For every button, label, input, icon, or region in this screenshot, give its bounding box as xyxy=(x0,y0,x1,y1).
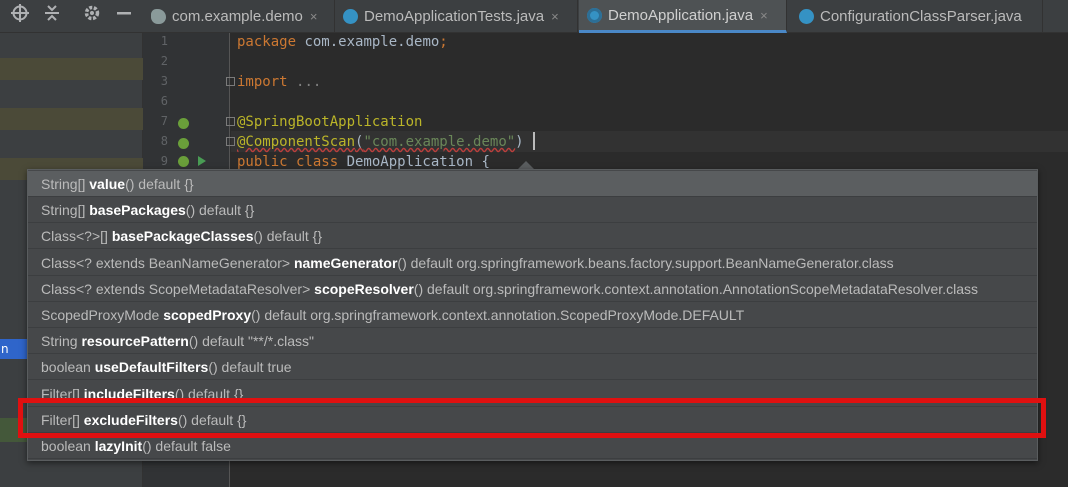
spring-bean-icon[interactable] xyxy=(178,156,189,167)
code-token: public class xyxy=(237,154,347,170)
gradle-icon xyxy=(151,9,166,24)
code-line[interactable]: package com.example.demo; xyxy=(237,32,448,52)
class-icon xyxy=(343,9,358,24)
completion-item-name: scopeResolver xyxy=(314,280,414,297)
code-line[interactable]: import ... xyxy=(237,72,321,92)
tab-label: DemoApplication.java xyxy=(608,6,754,24)
completion-item-name: basePackages xyxy=(89,202,186,219)
tree-row-selected-label: n xyxy=(1,342,9,356)
fold-icon[interactable] xyxy=(226,137,235,146)
completion-item-default: () default true xyxy=(208,359,292,376)
text-caret xyxy=(533,132,535,150)
tab-configuration-class-parser[interactable]: ConfigurationClassParser.java xyxy=(791,0,1043,33)
crosshair-icon[interactable] xyxy=(8,4,32,28)
gear-icon[interactable] xyxy=(80,4,104,28)
completion-item-type: Class<? extends BeanNameGenerator> xyxy=(41,254,294,271)
completion-item-name: nameGenerator xyxy=(293,254,398,271)
fold-icon[interactable] xyxy=(226,77,235,86)
line-number: 8 xyxy=(160,134,168,148)
close-icon[interactable]: × xyxy=(310,9,318,24)
completion-item-type: boolean xyxy=(41,438,95,454)
tab-label: com.example.demo xyxy=(172,8,303,25)
completion-item-scoped-proxy[interactable]: ScopedProxyMode scopedProxy() default or… xyxy=(28,302,1037,328)
completion-item-base-packages[interactable]: String[] basePackages() default {} xyxy=(28,197,1037,224)
code-token: package xyxy=(237,34,305,50)
line-number: 9 xyxy=(160,154,168,168)
line-number: 6 xyxy=(160,94,168,108)
completion-item-name: value xyxy=(89,176,126,192)
completion-item-default: () default "**/*.class" xyxy=(188,333,314,350)
spring-bean-icon[interactable] xyxy=(178,118,189,129)
popup-pointer xyxy=(518,161,534,169)
code-token: ... xyxy=(296,74,322,90)
close-icon[interactable]: × xyxy=(551,9,559,24)
spring-bean-icon[interactable] xyxy=(178,138,189,149)
completion-item-name: resourcePattern xyxy=(81,333,189,350)
line-number: 7 xyxy=(160,114,168,128)
completion-item-name: basePackageClasses xyxy=(111,228,254,245)
tab-label: DemoApplicationTests.java xyxy=(364,8,545,25)
completion-item-resource-pattern[interactable]: String resourcePattern() default "**/*.c… xyxy=(28,328,1037,355)
tab-com-example-demo[interactable]: com.example.demo × xyxy=(143,0,335,33)
completion-item-type: String[] xyxy=(41,176,90,192)
completion-item-name: useDefaultFilters xyxy=(94,359,209,376)
completion-item-name-generator[interactable]: Class<? extends BeanNameGenerator> nameG… xyxy=(28,250,1037,276)
completion-item-name: lazyInit xyxy=(94,438,143,454)
code-token: "com.example.demo" xyxy=(363,134,516,150)
completion-item-value[interactable]: String[] value() default {} xyxy=(28,171,1037,197)
completion-item-type: ScopedProxyMode xyxy=(41,307,164,323)
completion-item-default: () default org.springframework.beans.fac… xyxy=(397,254,894,271)
completion-item-type: Class<?>[] xyxy=(41,228,112,245)
completion-item-name: scopedProxy xyxy=(163,307,252,323)
completion-item-default: () default false xyxy=(142,438,231,454)
minimize-icon[interactable] xyxy=(112,4,136,28)
completion-item-base-package-classes[interactable]: Class<?>[] basePackageClasses() default … xyxy=(28,223,1037,250)
close-icon[interactable]: × xyxy=(760,8,768,23)
completion-item-default: () default {} xyxy=(125,176,194,192)
annotation-highlight-box xyxy=(18,398,1046,438)
completion-item-type: String[] xyxy=(41,202,90,219)
code-line[interactable]: @SpringBootApplication xyxy=(237,112,422,132)
project-toolbar xyxy=(0,0,143,33)
code-token: ) xyxy=(515,134,524,150)
completion-item-default: () default org.springframework.context.a… xyxy=(251,307,745,323)
tree-row-highlight[interactable] xyxy=(0,108,143,130)
tab-demo-application-tests[interactable]: DemoApplicationTests.java × xyxy=(335,0,578,33)
collapse-icon[interactable] xyxy=(40,4,64,28)
line-number: 2 xyxy=(160,54,168,68)
completion-item-type: Class<? extends ScopeMetadataResolver> xyxy=(41,280,315,297)
code-token: @ComponentScan xyxy=(237,134,356,150)
completion-item-default: () default org.springframework.context.a… xyxy=(413,280,978,297)
line-number: 1 xyxy=(160,34,168,48)
class-icon xyxy=(799,9,814,24)
run-icon[interactable] xyxy=(198,156,206,166)
completion-item-type: boolean xyxy=(41,359,95,376)
completion-item-default: () default {} xyxy=(185,202,255,219)
code-token: @SpringBootApplication xyxy=(237,114,423,130)
code-token: ; xyxy=(439,34,448,50)
completion-item-type: String xyxy=(41,333,82,350)
completion-item-default: () default {} xyxy=(253,228,323,245)
code-token: DemoApplication { xyxy=(346,154,490,170)
code-token: import xyxy=(237,74,297,90)
line-number: 3 xyxy=(160,74,168,88)
tab-demo-application[interactable]: DemoApplication.java × xyxy=(579,0,787,33)
spring-class-icon xyxy=(587,7,602,23)
fold-icon[interactable] xyxy=(226,117,235,126)
code-token: com.example.demo xyxy=(304,34,440,50)
tree-row-highlight[interactable] xyxy=(0,58,143,80)
tab-label: ConfigurationClassParser.java xyxy=(820,8,1022,25)
code-line[interactable]: @ComponentScan("com.example.demo") xyxy=(237,132,524,152)
completion-item-use-default-filters[interactable]: boolean useDefaultFilters() default true xyxy=(28,354,1037,381)
editor-tab-bar: com.example.demo × DemoApplicationTests.… xyxy=(143,0,1068,33)
completion-item-scope-resolver[interactable]: Class<? extends ScopeMetadataResolver> s… xyxy=(28,276,1037,302)
